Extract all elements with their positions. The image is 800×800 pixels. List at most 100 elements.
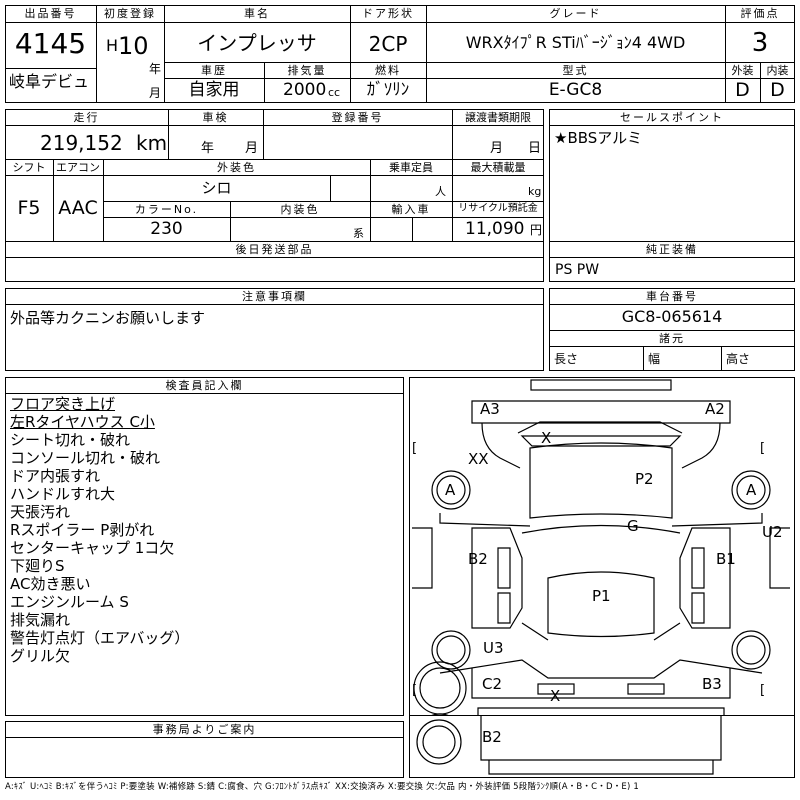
- ac-label: エアコン: [56, 161, 100, 174]
- mark-u2: U2: [762, 523, 783, 541]
- list-item: 排気漏れ: [10, 611, 71, 629]
- shift-label: シフト: [12, 161, 46, 174]
- list-item: シート切れ・破れ: [10, 431, 131, 449]
- later-parts-label: 後日発送部品: [235, 243, 314, 256]
- car-damage-map: A3 A2 X XX P2 A A G U2 B2 B1 P1 U3 C2 X …: [410, 378, 792, 716]
- history: 自家用: [188, 80, 240, 100]
- mark-a2: A2: [705, 400, 725, 418]
- notes-text: 外品等カクニンお願いします: [10, 309, 206, 327]
- intcolor-label: 内装色: [280, 203, 320, 216]
- chassis-label: 車台番号: [646, 290, 698, 303]
- bracket-left-top: [: [412, 441, 418, 456]
- height-label: 高さ: [726, 352, 751, 366]
- transfer-day-unit: 日: [528, 141, 542, 156]
- list-item: 左Rタイヤハウス C小: [10, 413, 155, 431]
- sales-point-text: ★BBSアルミ: [554, 129, 643, 147]
- int-label: 内装: [766, 64, 789, 77]
- capacity-label: 乗車定員: [389, 161, 433, 174]
- list-item: グリル欠: [10, 647, 71, 665]
- mileage: 219,152: [40, 131, 123, 155]
- color: シロ: [201, 179, 232, 197]
- list-item: 警告灯点灯（エアバッグ）: [10, 629, 190, 647]
- ext-score: D: [735, 79, 750, 101]
- ext-label: 外装: [731, 64, 754, 77]
- mark-a-right: A: [746, 481, 757, 499]
- chassis-number: GC8-065614: [621, 307, 723, 326]
- list-item: AC効き悪い: [10, 575, 91, 593]
- recycle-label: リサイクル預託金: [458, 203, 538, 214]
- width-label: 幅: [648, 352, 661, 366]
- load-label: 最大積載量: [470, 161, 526, 174]
- car-name: インプレッサ: [197, 31, 317, 55]
- recycle-unit: 円: [530, 223, 543, 237]
- mark-xx: XX: [468, 450, 489, 468]
- colorno-label: カラーNo.: [134, 203, 199, 216]
- model: E-GC8: [548, 80, 603, 100]
- spare-wheel: [413, 661, 467, 715]
- mark-x-top: X: [541, 429, 552, 447]
- mark-u3: U3: [483, 639, 504, 657]
- sales-point-label: セールスポイント: [620, 111, 724, 124]
- mark-b2-rear: B2: [482, 728, 502, 746]
- door-label: ドア形状: [362, 7, 414, 20]
- reg-label: 初度登録: [104, 7, 156, 20]
- bracket-left-bottom: [: [412, 683, 418, 698]
- car-rear-outline: [416, 716, 722, 775]
- debut-label: 岐阜デビュ: [9, 72, 90, 91]
- colorno: 230: [150, 219, 183, 239]
- history-label: 車歴: [201, 64, 227, 77]
- disp-unit: cc: [328, 86, 341, 99]
- bracket-right-top: [: [760, 441, 766, 456]
- list-item: センターキャップ 1コ欠: [10, 539, 175, 557]
- list-item: 下廻りS: [10, 557, 65, 575]
- mark-a3: A3: [480, 400, 500, 418]
- notes-label: 注意事項欄: [242, 290, 307, 303]
- inspection-year-unit: 年: [201, 141, 215, 156]
- mark-x-rear: X: [550, 687, 561, 705]
- recycle-amount: 11,090: [465, 219, 525, 239]
- inspector-notes-list: フロア突き上げ 左Rタイヤハウス C小 シート切れ・破れ コンソール切れ・破れ …: [10, 395, 189, 665]
- load-unit: kg: [528, 185, 542, 198]
- mark-b1: B1: [716, 550, 736, 568]
- reg-year-unit: 年: [149, 62, 162, 76]
- list-item: ドア内張すれ: [10, 467, 101, 485]
- equipment-label: 純正装備: [646, 243, 698, 256]
- list-item: コンソール切れ・破れ: [10, 449, 161, 467]
- office-label: 事務局よりご案内: [152, 723, 257, 736]
- displacement: 2000: [283, 80, 327, 100]
- inspection-month-unit: 月: [245, 141, 259, 156]
- intcolor-unit: 系: [353, 227, 364, 240]
- list-item: フロア突き上げ: [10, 395, 116, 413]
- score-label: 評価点: [740, 7, 780, 20]
- mark-b2-left: B2: [468, 550, 488, 568]
- shift: F5: [17, 197, 41, 219]
- fuel: ｶﾞｿﾘﾝ: [366, 80, 410, 100]
- mileage-unit: km: [136, 131, 168, 155]
- legend: A:ｷｽﾞ U:ﾍｺﾐ B:ｷｽﾞを伴うﾍｺﾐ P:要塗装 W:補修跡 S:錆 …: [5, 782, 640, 792]
- color-label: 外装色: [217, 161, 256, 174]
- mark-p1: P1: [592, 587, 611, 605]
- bracket-right-bottom: [: [760, 683, 766, 698]
- list-item: 天張汚れ: [10, 503, 71, 521]
- mark-p2: P2: [635, 470, 654, 488]
- grade: WRXﾀｲﾌﾟR STiﾊﾞｰｼﾞｮﾝ4 4WD: [465, 33, 686, 52]
- mark-g: G: [627, 517, 639, 535]
- transfer-month-unit: 月: [490, 141, 504, 156]
- lot-number: 4145: [14, 27, 87, 60]
- equipment-text: PS PW: [555, 262, 600, 278]
- capacity-unit: 人: [435, 185, 446, 198]
- ac: AAC: [58, 197, 98, 219]
- list-item: Rスポイラー P剥がれ: [10, 521, 155, 539]
- disp-label: 排気量: [287, 64, 327, 77]
- door-type: 2CP: [368, 32, 408, 56]
- model-label: 型式: [562, 64, 589, 77]
- mark-a-left: A: [445, 481, 456, 499]
- lot-label: 出品番号: [24, 7, 77, 20]
- name-label: 車名: [244, 7, 270, 20]
- regno-label: 登録番号: [331, 111, 384, 124]
- reg-year: 10: [118, 32, 149, 60]
- length-label: 長さ: [554, 352, 579, 366]
- transfer-label: 譲渡書類期限: [465, 111, 531, 124]
- reg-era: H: [106, 36, 119, 55]
- import-label: 輸入車: [391, 203, 431, 216]
